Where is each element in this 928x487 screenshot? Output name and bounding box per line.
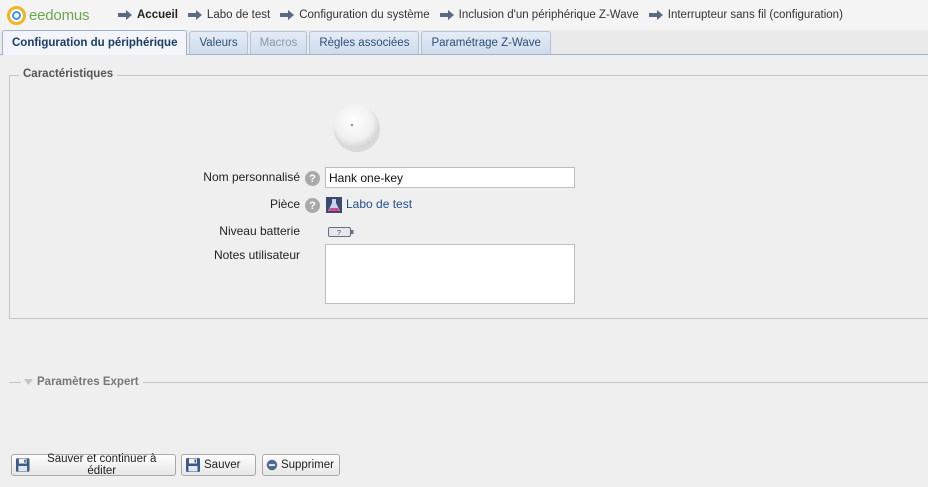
breadcrumb-item-configuration[interactable]: Configuration du système — [280, 9, 430, 21]
floppy-disk-icon — [186, 458, 200, 472]
tab-zwave[interactable]: Paramétrage Z-Wave — [421, 31, 551, 54]
save-continue-label: Sauver et continuer à éditer — [47, 453, 157, 477]
question-circle-icon[interactable]: ? — [305, 198, 320, 213]
breadcrumb: Accueil Labo de test Configuration du sy… — [118, 9, 853, 21]
breadcrumb-item-current: Interrupteur sans fil (configuration) — [648, 9, 843, 21]
characteristics-fieldset: Caractéristiques Nom personnalisé ? Pièc… — [9, 68, 928, 319]
divider — [9, 381, 21, 383]
breadcrumb-label[interactable]: Accueil — [137, 9, 178, 21]
arrow-right-icon — [439, 10, 454, 20]
notes-label: Notes utilisateur — [213, 248, 300, 262]
tab-configuration[interactable]: Configuration du périphérique — [2, 30, 188, 55]
breadcrumb-label[interactable]: Labo de test — [207, 9, 270, 21]
breadcrumb-item-accueil[interactable]: Accueil — [118, 9, 178, 21]
eedomus-ring-icon — [7, 5, 26, 25]
tab-valeurs[interactable]: Valeurs — [189, 31, 248, 54]
wireless-switch-image — [334, 104, 380, 152]
question-circle-icon[interactable]: ? — [305, 171, 320, 186]
expert-section-toggle[interactable]: Paramètres Expert — [9, 375, 928, 389]
breadcrumb-item-labo[interactable]: Labo de test — [187, 9, 270, 21]
arrow-right-icon — [118, 10, 132, 20]
tab-macros: Macros — [249, 31, 308, 54]
lab-flask-icon — [326, 197, 342, 213]
save-button[interactable]: Sauver — [181, 454, 256, 476]
arrow-right-icon — [648, 10, 663, 20]
battery-label: Niveau batterie — [219, 224, 300, 238]
logo[interactable]: eedomus — [7, 5, 118, 25]
arrow-right-icon — [280, 10, 295, 20]
name-input[interactable] — [325, 167, 575, 188]
save-label: Sauver — [204, 459, 241, 471]
caret-down-icon — [24, 379, 33, 385]
breadcrumb-label[interactable]: Inclusion d'un périphérique Z-Wave — [459, 9, 639, 21]
room-label: Pièce — [269, 197, 300, 211]
breadcrumb-label[interactable]: Configuration du système — [299, 9, 429, 21]
tab-regles[interactable]: Règles associées — [309, 31, 420, 54]
battery-icon: ? — [328, 227, 354, 237]
expert-section-title[interactable]: Paramètres Expert — [37, 376, 139, 388]
top-bar: eedomus Accueil Labo de test Configurati… — [0, 0, 928, 30]
battery-level-text: ? — [337, 230, 341, 237]
divider — [142, 381, 928, 383]
fieldset-legend: Caractéristiques — [19, 68, 118, 80]
save-continue-button[interactable]: Sauver et continuer à éditer — [11, 453, 176, 477]
name-label: Nom personnalisé — [203, 170, 300, 184]
floppy-disk-icon — [15, 458, 30, 472]
logo-text: eedomus — [29, 6, 90, 24]
minus-circle-icon — [266, 459, 278, 471]
breadcrumb-label: Interrupteur sans fil (configuration) — [667, 9, 843, 21]
room-link[interactable]: Labo de test — [346, 197, 412, 211]
delete-button[interactable]: Supprimer — [262, 454, 340, 476]
notes-textarea[interactable] — [325, 244, 575, 304]
delete-label: Supprimer — [280, 459, 334, 471]
arrow-right-icon — [187, 10, 202, 20]
breadcrumb-item-inclusion[interactable]: Inclusion d'un périphérique Z-Wave — [439, 9, 639, 21]
tab-bar: Configuration du périphérique Valeurs Ma… — [0, 30, 928, 55]
